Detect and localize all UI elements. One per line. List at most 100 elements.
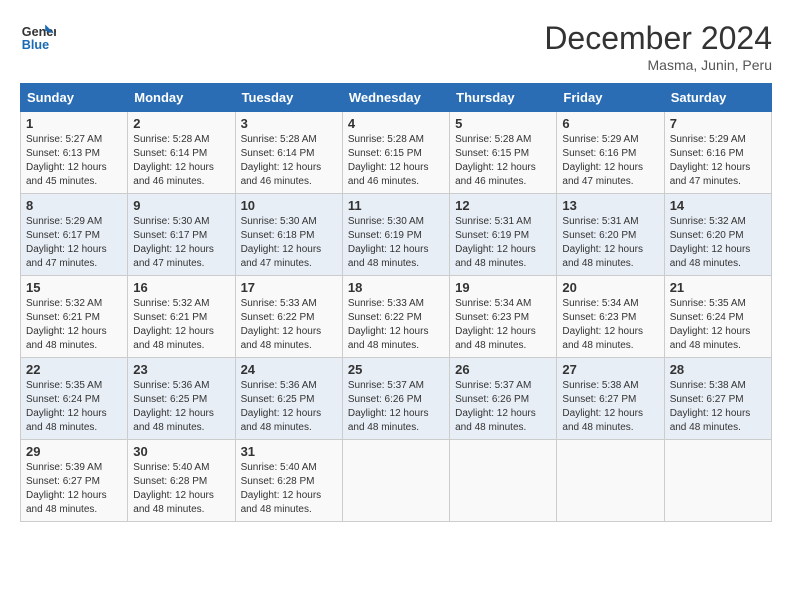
day-number: 5 — [455, 116, 551, 131]
calendar-cell: 17 Sunrise: 5:33 AMSunset: 6:22 PMDaylig… — [235, 276, 342, 358]
svg-text:Blue: Blue — [22, 38, 49, 52]
day-info: Sunrise: 5:30 AMSunset: 6:17 PMDaylight:… — [133, 216, 214, 269]
day-info: Sunrise: 5:40 AMSunset: 6:28 PMDaylight:… — [133, 462, 214, 515]
day-info: Sunrise: 5:28 AMSunset: 6:15 PMDaylight:… — [348, 134, 429, 187]
day-info: Sunrise: 5:29 AMSunset: 6:17 PMDaylight:… — [26, 216, 107, 269]
calendar-cell: 16 Sunrise: 5:32 AMSunset: 6:21 PMDaylig… — [128, 276, 235, 358]
day-number: 6 — [562, 116, 658, 131]
day-number: 10 — [241, 198, 337, 213]
day-info: Sunrise: 5:37 AMSunset: 6:26 PMDaylight:… — [348, 380, 429, 433]
calendar-cell: 4 Sunrise: 5:28 AMSunset: 6:15 PMDayligh… — [342, 112, 449, 194]
calendar-cell: 1 Sunrise: 5:27 AMSunset: 6:13 PMDayligh… — [21, 112, 128, 194]
day-number: 20 — [562, 280, 658, 295]
day-number: 28 — [670, 362, 766, 377]
day-number: 31 — [241, 444, 337, 459]
location-subtitle: Masma, Junin, Peru — [544, 57, 772, 73]
day-number: 17 — [241, 280, 337, 295]
day-number: 18 — [348, 280, 444, 295]
calendar-cell: 2 Sunrise: 5:28 AMSunset: 6:14 PMDayligh… — [128, 112, 235, 194]
logo-icon: General Blue — [20, 20, 56, 56]
day-number: 3 — [241, 116, 337, 131]
calendar-cell: 19 Sunrise: 5:34 AMSunset: 6:23 PMDaylig… — [450, 276, 557, 358]
calendar-body: 1 Sunrise: 5:27 AMSunset: 6:13 PMDayligh… — [21, 112, 772, 522]
day-info: Sunrise: 5:27 AMSunset: 6:13 PMDaylight:… — [26, 134, 107, 187]
day-info: Sunrise: 5:33 AMSunset: 6:22 PMDaylight:… — [241, 298, 322, 351]
calendar-cell: 5 Sunrise: 5:28 AMSunset: 6:15 PMDayligh… — [450, 112, 557, 194]
calendar-cell: 18 Sunrise: 5:33 AMSunset: 6:22 PMDaylig… — [342, 276, 449, 358]
calendar-cell — [557, 440, 664, 522]
calendar-cell: 30 Sunrise: 5:40 AMSunset: 6:28 PMDaylig… — [128, 440, 235, 522]
day-info: Sunrise: 5:38 AMSunset: 6:27 PMDaylight:… — [670, 380, 751, 433]
page-header: General Blue December 2024 Masma, Junin,… — [20, 20, 772, 73]
day-info: Sunrise: 5:32 AMSunset: 6:21 PMDaylight:… — [26, 298, 107, 351]
day-number: 27 — [562, 362, 658, 377]
day-number: 15 — [26, 280, 122, 295]
day-number: 21 — [670, 280, 766, 295]
calendar-cell: 12 Sunrise: 5:31 AMSunset: 6:19 PMDaylig… — [450, 194, 557, 276]
calendar-cell: 15 Sunrise: 5:32 AMSunset: 6:21 PMDaylig… — [21, 276, 128, 358]
day-info: Sunrise: 5:28 AMSunset: 6:15 PMDaylight:… — [455, 134, 536, 187]
column-header-tuesday: Tuesday — [235, 84, 342, 112]
day-info: Sunrise: 5:28 AMSunset: 6:14 PMDaylight:… — [133, 134, 214, 187]
calendar-cell: 9 Sunrise: 5:30 AMSunset: 6:17 PMDayligh… — [128, 194, 235, 276]
day-number: 29 — [26, 444, 122, 459]
calendar-header-row: SundayMondayTuesdayWednesdayThursdayFrid… — [21, 84, 772, 112]
calendar-cell: 31 Sunrise: 5:40 AMSunset: 6:28 PMDaylig… — [235, 440, 342, 522]
calendar-week-row: 8 Sunrise: 5:29 AMSunset: 6:17 PMDayligh… — [21, 194, 772, 276]
calendar-cell: 26 Sunrise: 5:37 AMSunset: 6:26 PMDaylig… — [450, 358, 557, 440]
day-number: 25 — [348, 362, 444, 377]
day-info: Sunrise: 5:36 AMSunset: 6:25 PMDaylight:… — [133, 380, 214, 433]
day-info: Sunrise: 5:38 AMSunset: 6:27 PMDaylight:… — [562, 380, 643, 433]
calendar-cell: 28 Sunrise: 5:38 AMSunset: 6:27 PMDaylig… — [664, 358, 771, 440]
day-info: Sunrise: 5:30 AMSunset: 6:19 PMDaylight:… — [348, 216, 429, 269]
calendar-cell — [342, 440, 449, 522]
calendar-cell: 6 Sunrise: 5:29 AMSunset: 6:16 PMDayligh… — [557, 112, 664, 194]
day-number: 11 — [348, 198, 444, 213]
calendar-cell: 13 Sunrise: 5:31 AMSunset: 6:20 PMDaylig… — [557, 194, 664, 276]
calendar-cell: 23 Sunrise: 5:36 AMSunset: 6:25 PMDaylig… — [128, 358, 235, 440]
logo: General Blue — [20, 20, 56, 56]
day-number: 14 — [670, 198, 766, 213]
calendar-cell: 11 Sunrise: 5:30 AMSunset: 6:19 PMDaylig… — [342, 194, 449, 276]
calendar-week-row: 22 Sunrise: 5:35 AMSunset: 6:24 PMDaylig… — [21, 358, 772, 440]
column-header-thursday: Thursday — [450, 84, 557, 112]
column-header-saturday: Saturday — [664, 84, 771, 112]
day-number: 12 — [455, 198, 551, 213]
day-info: Sunrise: 5:35 AMSunset: 6:24 PMDaylight:… — [670, 298, 751, 351]
day-info: Sunrise: 5:29 AMSunset: 6:16 PMDaylight:… — [670, 134, 751, 187]
calendar-week-row: 15 Sunrise: 5:32 AMSunset: 6:21 PMDaylig… — [21, 276, 772, 358]
day-info: Sunrise: 5:34 AMSunset: 6:23 PMDaylight:… — [562, 298, 643, 351]
column-header-friday: Friday — [557, 84, 664, 112]
column-header-wednesday: Wednesday — [342, 84, 449, 112]
calendar-cell: 29 Sunrise: 5:39 AMSunset: 6:27 PMDaylig… — [21, 440, 128, 522]
day-info: Sunrise: 5:32 AMSunset: 6:21 PMDaylight:… — [133, 298, 214, 351]
day-info: Sunrise: 5:35 AMSunset: 6:24 PMDaylight:… — [26, 380, 107, 433]
day-info: Sunrise: 5:34 AMSunset: 6:23 PMDaylight:… — [455, 298, 536, 351]
calendar-cell: 22 Sunrise: 5:35 AMSunset: 6:24 PMDaylig… — [21, 358, 128, 440]
day-info: Sunrise: 5:33 AMSunset: 6:22 PMDaylight:… — [348, 298, 429, 351]
calendar-cell: 8 Sunrise: 5:29 AMSunset: 6:17 PMDayligh… — [21, 194, 128, 276]
day-number: 13 — [562, 198, 658, 213]
calendar-cell: 20 Sunrise: 5:34 AMSunset: 6:23 PMDaylig… — [557, 276, 664, 358]
calendar-cell: 24 Sunrise: 5:36 AMSunset: 6:25 PMDaylig… — [235, 358, 342, 440]
day-number: 30 — [133, 444, 229, 459]
day-info: Sunrise: 5:29 AMSunset: 6:16 PMDaylight:… — [562, 134, 643, 187]
day-number: 23 — [133, 362, 229, 377]
calendar-cell: 21 Sunrise: 5:35 AMSunset: 6:24 PMDaylig… — [664, 276, 771, 358]
day-number: 22 — [26, 362, 122, 377]
calendar-cell: 3 Sunrise: 5:28 AMSunset: 6:14 PMDayligh… — [235, 112, 342, 194]
day-number: 26 — [455, 362, 551, 377]
month-title: December 2024 — [544, 20, 772, 57]
day-info: Sunrise: 5:31 AMSunset: 6:19 PMDaylight:… — [455, 216, 536, 269]
calendar-week-row: 1 Sunrise: 5:27 AMSunset: 6:13 PMDayligh… — [21, 112, 772, 194]
day-info: Sunrise: 5:40 AMSunset: 6:28 PMDaylight:… — [241, 462, 322, 515]
day-number: 8 — [26, 198, 122, 213]
calendar-cell: 14 Sunrise: 5:32 AMSunset: 6:20 PMDaylig… — [664, 194, 771, 276]
day-number: 24 — [241, 362, 337, 377]
day-number: 9 — [133, 198, 229, 213]
calendar-cell: 7 Sunrise: 5:29 AMSunset: 6:16 PMDayligh… — [664, 112, 771, 194]
day-number: 4 — [348, 116, 444, 131]
calendar-cell: 27 Sunrise: 5:38 AMSunset: 6:27 PMDaylig… — [557, 358, 664, 440]
day-number: 19 — [455, 280, 551, 295]
column-header-monday: Monday — [128, 84, 235, 112]
